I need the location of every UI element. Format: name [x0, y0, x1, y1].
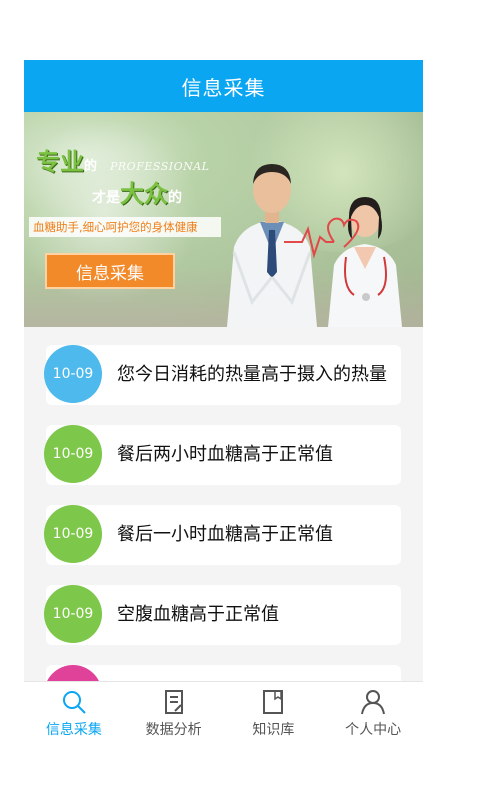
- date-badge: 10-09: [44, 345, 102, 403]
- notification-item[interactable]: 10-09 餐后两小时血糖高于正常值: [44, 425, 401, 485]
- date-badge: 10-09: [44, 505, 102, 563]
- tab-label: 个人中心: [345, 722, 402, 738]
- slogan-text: 大众: [120, 180, 168, 208]
- page-title: 信息采集: [181, 75, 266, 100]
- tab-label: 知识库: [252, 722, 295, 738]
- slogan-english: PROFESSIONAL: [110, 160, 210, 173]
- tab-knowledge-base[interactable]: 知识库: [224, 682, 324, 746]
- tab-personal-center[interactable]: 个人中心: [323, 682, 423, 746]
- date-badge: 10-09: [44, 425, 102, 483]
- tab-info-collect[interactable]: 信息采集: [24, 682, 124, 746]
- person-icon: [361, 690, 386, 715]
- notification-text: 餐后一小时血糖高于正常值: [117, 524, 333, 545]
- title-bar: 信息采集: [24, 60, 423, 112]
- tab-label: 数据分析: [145, 722, 202, 738]
- slogan-text: 的: [168, 190, 182, 206]
- notification-item[interactable]: [44, 665, 401, 682]
- notification-text: [117, 665, 401, 682]
- slogan-popular: 才是大众的: [92, 174, 182, 209]
- slogan-professional: 专业的: [36, 142, 97, 177]
- notification-item[interactable]: 10-09 您今日消耗的热量高于摄入的热量: [44, 345, 401, 405]
- notification-text: 您今日消耗的热量高于摄入的热量: [117, 364, 387, 385]
- notification-text: 空腹血糖高于正常值: [117, 604, 279, 625]
- notification-item[interactable]: 10-09 餐后一小时血糖高于正常值: [44, 505, 401, 565]
- date-badge: [44, 665, 102, 682]
- notification-list[interactable]: 10-09 您今日消耗的热量高于摄入的热量 10-09 餐后两小时血糖高于正常值 10-…: [24, 327, 423, 682]
- promo-banner[interactable]: 专业的 PROFESSIONAL 才是大众的 血糖助手,细心呵护您的身体健康 信…: [24, 112, 423, 327]
- slogan-text: 专业: [36, 148, 84, 176]
- document-edit-icon: [164, 690, 183, 714]
- notification-text: 餐后两小时血糖高于正常值: [117, 444, 333, 465]
- app-screen: 信息采集 专业的 PROFESSIONAL 才是大众的 血糖助手,细心呵护您的身…: [24, 60, 423, 746]
- search-icon: [62, 691, 86, 714]
- slogan-text: 的: [84, 159, 98, 174]
- tab-label: 信息采集: [45, 722, 102, 738]
- date-badge: 10-09: [44, 585, 102, 643]
- banner-subtitle: 血糖助手,细心呵护您的身体健康: [29, 217, 221, 237]
- bottom-tab-bar: 信息采集 数据分析 知识库 个人中心: [24, 681, 423, 746]
- heartbeat-icon: [284, 217, 360, 259]
- info-collect-button[interactable]: 信息采集: [45, 253, 175, 289]
- tab-data-analysis[interactable]: 数据分析: [124, 682, 224, 746]
- slogan-text: 才是: [92, 190, 120, 206]
- book-icon: [263, 690, 284, 714]
- notification-item[interactable]: 10-09 空腹血糖高于正常值: [44, 585, 401, 645]
